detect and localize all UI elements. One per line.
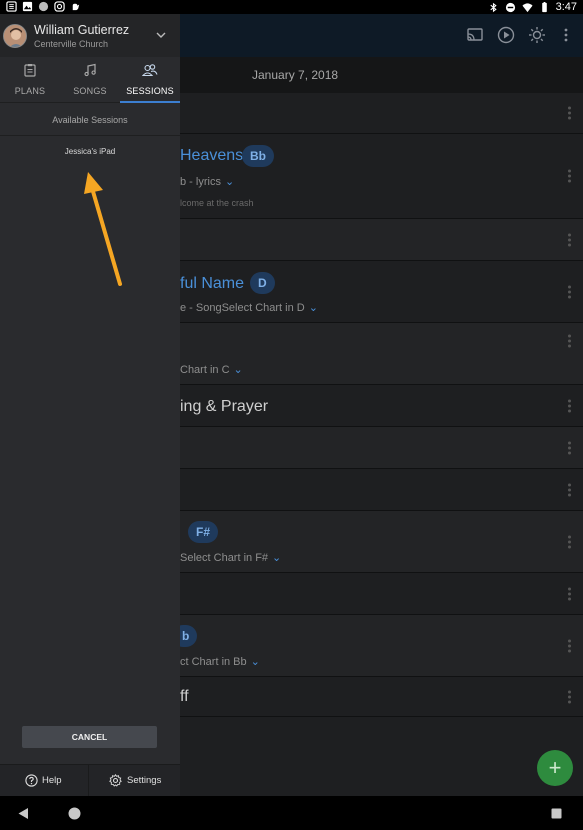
plan-item-6[interactable]: b ct Chart in Bb ⌄	[172, 615, 583, 677]
song-title: ful Name	[180, 275, 245, 292]
plan-date: January 7, 2018	[252, 68, 339, 82]
plan-item-1[interactable]: Heavens Bb b - lyrics ⌄ lcome at the cras…	[180, 134, 583, 219]
plan-row-6[interactable]	[180, 469, 583, 511]
system-navigation-bar	[0, 796, 583, 830]
more-vert-icon[interactable]	[557, 26, 575, 44]
plan-item-2[interactable]: ful Name D e - SongSelect Chart in D ⌄	[180, 261, 583, 323]
annotation-arrow	[84, 172, 122, 286]
tab-label: SESSIONS	[126, 86, 174, 96]
notes-icon	[6, 1, 17, 12]
tab-label: PLANS	[14, 86, 46, 96]
tab-label: SONGS	[73, 86, 107, 96]
plan-toolbar	[180, 14, 583, 57]
song-arrangement[interactable]: Select Chart in F# ⌄	[180, 551, 281, 564]
chevron-down-icon[interactable]	[156, 31, 166, 39]
song-arrangement[interactable]: Chart in C ⌄	[180, 363, 243, 376]
people-icon	[142, 64, 158, 77]
plan-row-header[interactable]	[180, 93, 583, 134]
status-time: 3:47	[555, 1, 577, 13]
drawer-footer: Help Settings	[0, 764, 180, 797]
tab-sessions[interactable]: SESSIONS	[120, 57, 180, 103]
song-note: lcome at the crash	[180, 198, 254, 208]
song-title: Heavens	[180, 147, 244, 164]
plan-item-7[interactable]: ff	[180, 677, 583, 717]
do-not-disturb-icon	[505, 2, 515, 12]
home-icon[interactable]	[68, 807, 81, 820]
image-icon	[22, 1, 33, 12]
instagram-icon	[54, 1, 65, 12]
drawer-tabs: PLANS SONGS SESSIONS	[0, 57, 180, 103]
music-note-icon	[84, 63, 96, 77]
song-key-badge: D	[250, 272, 275, 294]
gear-icon	[109, 774, 122, 787]
battery-icon	[541, 1, 547, 12]
user-name: William Gutierrez	[34, 23, 130, 37]
help-label: Help	[42, 775, 62, 786]
avatar-image	[4, 25, 26, 47]
status-notification-icons	[6, 1, 81, 12]
status-system-icons: 3:47	[488, 1, 577, 13]
account-header[interactable]: William Gutierrez Centerville Church	[0, 14, 180, 57]
brightness-icon[interactable]	[528, 26, 546, 44]
item-title: ff	[180, 688, 189, 705]
cast-icon[interactable]	[466, 26, 484, 44]
clipboard-icon	[24, 64, 36, 77]
help-button[interactable]: Help	[0, 765, 89, 797]
cancel-button[interactable]: CANCEL	[22, 726, 157, 748]
tab-plans[interactable]: PLANS	[0, 57, 60, 103]
plan-row-2[interactable]	[180, 219, 583, 261]
song-arrangement[interactable]: e - SongSelect Chart in D ⌄	[180, 301, 318, 314]
sessions-heading: Available Sessions	[0, 104, 180, 136]
plan-row-8[interactable]	[180, 573, 583, 615]
plan-row-5[interactable]	[180, 427, 583, 469]
settings-button[interactable]: Settings	[90, 765, 180, 797]
circle-icon	[38, 1, 49, 12]
back-icon[interactable]	[17, 807, 30, 820]
navigation-drawer: William Gutierrez Centerville Church PLA…	[0, 14, 180, 797]
play-icon[interactable]	[497, 26, 515, 44]
plan-date-bar	[180, 57, 583, 93]
settings-label: Settings	[127, 775, 162, 786]
help-icon	[25, 774, 38, 787]
add-item-fab[interactable]: +	[537, 750, 573, 786]
plan-item-3[interactable]: Chart in C ⌄	[180, 323, 583, 385]
hand-icon	[72, 3, 80, 11]
status-bar: 3:47	[0, 0, 583, 14]
active-tab-indicator	[120, 101, 180, 103]
song-key-badge: F#	[188, 521, 219, 543]
song-key-badge: Bb	[242, 145, 274, 167]
plan-item-5[interactable]: F# Select Chart in F# ⌄	[180, 511, 583, 573]
song-arrangement[interactable]: ct Chart in Bb ⌄	[180, 655, 260, 668]
tab-songs[interactable]: SONGS	[60, 57, 120, 103]
item-title: ing & Prayer	[180, 398, 269, 415]
plan-item-4[interactable]: ing & Prayer	[180, 385, 583, 427]
organization-name: Centerville Church	[34, 39, 109, 49]
bluetooth-icon	[489, 2, 497, 12]
wifi-icon	[522, 2, 533, 12]
recents-icon[interactable]	[551, 808, 562, 819]
song-arrangement[interactable]: b - lyrics ⌄	[180, 175, 234, 188]
avatar	[3, 24, 27, 48]
session-item[interactable]: Jessica's iPad	[0, 142, 180, 162]
